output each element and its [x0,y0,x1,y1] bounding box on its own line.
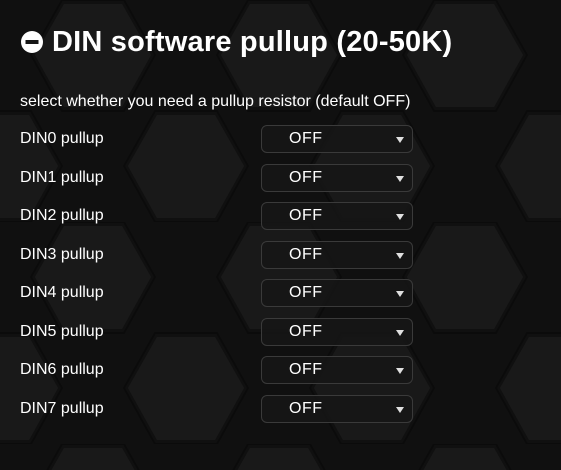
din2-pullup-value: OFF [289,207,323,224]
dropdown-arrow-icon [396,252,404,259]
din3-pullup-select[interactable]: OFF [261,240,413,269]
din4-pullup-select[interactable]: OFF [261,279,413,307]
din0-pullup-value: OFF [289,130,323,147]
din6-pullup-label: DIN6 pullup [20,361,104,378]
dropdown-arrow-icon [396,406,404,413]
dropdown-arrow-icon [396,291,404,297]
din-pullup-section: DIN software pullup (20-50K) select whet… [0,0,561,470]
din6-pullup-select[interactable]: OFF [261,356,413,384]
din3-pullup-label: DIN3 pullup [20,245,104,263]
din4-pullup-label: DIN4 pullup [20,284,104,301]
din2-pullup-label: DIN2 pullup [20,207,104,224]
din1-pullup-value: OFF [289,168,323,186]
section-header[interactable]: DIN software pullup (20-50K) [20,20,452,64]
din0-pullup-label: DIN0 pullup [20,130,104,147]
din2-pullup-select[interactable]: OFF [261,202,413,230]
dropdown-arrow-icon [396,329,404,336]
din3-pullup-value: OFF [289,245,323,263]
din6-pullup-value: OFF [289,361,323,378]
pullup-row-din6: DIN6 pullup OFF [20,355,540,385]
section-title: DIN software pullup (20-50K) [52,25,453,58]
din5-pullup-select[interactable]: OFF [261,317,413,346]
dropdown-arrow-icon [396,137,404,143]
din5-pullup-value: OFF [289,322,323,340]
din0-pullup-select[interactable]: OFF [261,125,413,153]
pullup-row-din3: DIN3 pullup OFF [20,240,540,270]
pullup-rows: DIN0 pullup OFF DIN1 pullup OFF DIN2 pul… [20,124,540,432]
pullup-row-din0: DIN0 pullup OFF [20,124,540,154]
dropdown-arrow-icon [396,368,404,374]
pullup-row-din4: DIN4 pullup OFF [20,278,540,308]
din7-pullup-select[interactable]: OFF [261,394,413,423]
pullup-row-din5: DIN5 pullup OFF [20,317,540,347]
minus-circle-icon[interactable] [20,30,44,54]
din7-pullup-label: DIN7 pullup [20,399,104,417]
dropdown-arrow-icon [396,175,404,182]
section-description: select whether you need a pullup resisto… [20,93,411,110]
din7-pullup-value: OFF [289,399,323,417]
pullup-row-din7: DIN7 pullup OFF [20,394,540,424]
pullup-row-din2: DIN2 pullup OFF [20,201,540,231]
din1-pullup-select[interactable]: OFF [261,163,413,192]
din5-pullup-label: DIN5 pullup [20,322,104,340]
din4-pullup-value: OFF [289,284,323,301]
pullup-row-din1: DIN1 pullup OFF [20,163,540,193]
dropdown-arrow-icon [396,214,404,220]
din1-pullup-label: DIN1 pullup [20,168,104,186]
